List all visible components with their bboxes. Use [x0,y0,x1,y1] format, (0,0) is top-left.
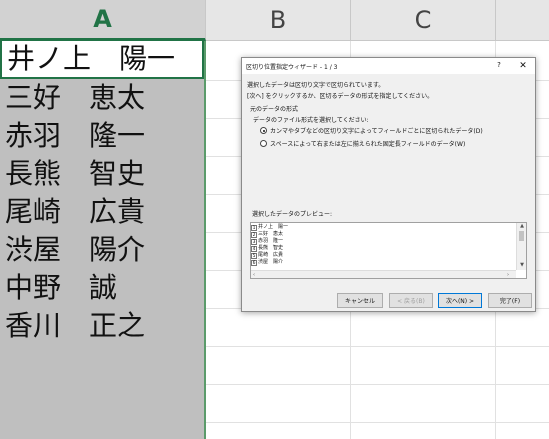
preview-row-text: 井ノ上 陽一 [258,224,289,230]
column-a-selection[interactable]: 井ノ上 陽一 三好 恵太 赤羽 隆一 長熊 智史 尾崎 広貴 渋屋 陽介 中野 … [0,41,206,439]
cell-a4[interactable]: 長熊 智史 [0,155,204,193]
preview-row-number: 3 [251,238,257,245]
preview-row: 1 井ノ上 陽一 [251,224,288,231]
gridline [206,346,549,347]
preview-row: 3 赤羽 隆一 [251,238,283,245]
preview-vertical-scrollbar[interactable]: ▲ ▼ [516,223,526,270]
scroll-right-icon[interactable]: › [507,272,509,278]
column-header-b[interactable]: B [206,0,351,41]
radio-button-checked-icon[interactable] [260,127,267,134]
preview-row-number: 2 [251,231,257,238]
preview-row: 5 尾崎 広貴 [251,252,283,259]
finish-button[interactable]: 完了(F) [488,293,532,308]
preview-row: 2 三好 恵太 [251,231,283,238]
cell-a6[interactable]: 渋屋 陽介 [0,231,204,269]
preview-row-text: 長熊 智史 [258,245,284,251]
cell-a2[interactable]: 三好 恵太 [0,79,204,117]
preview-row-number: 6 [251,259,257,266]
gridline [206,384,549,385]
next-button[interactable]: 次へ(N) > [438,293,482,308]
dialog-description-2: [次へ] をクリックするか、区切るデータの形式を指定してください。 [247,93,434,100]
gridline [206,422,549,423]
scroll-down-icon[interactable]: ▼ [518,262,526,269]
preview-row: 6 渋屋 陽介 [251,259,283,266]
radio-button-icon[interactable] [260,140,267,147]
cell-a1[interactable]: 井ノ上 陽一 [0,41,204,79]
file-type-prompt: データのファイル形式を選択してください: [253,117,369,124]
column-header-d[interactable] [496,0,549,41]
cell-a5[interactable]: 尾崎 広貴 [0,193,204,231]
radio-delimited-label[interactable]: カンマやタブなどの区切り文字によってフィールドごとに区切られたデータ(D) [270,126,483,135]
scroll-up-icon[interactable]: ▲ [518,223,526,230]
close-button[interactable]: ✕ [517,60,529,72]
back-button[interactable]: < 戻る(B) [389,293,433,308]
cell-a3[interactable]: 赤羽 隆一 [0,117,204,155]
text-to-columns-wizard-dialog: 区切り位置指定ウィザード - 1 / 3 ? ✕ 選択したデータは区切り文字で区… [241,57,536,312]
column-header-c[interactable]: C [351,0,496,41]
data-preview[interactable]: 1 井ノ上 陽一 2 三好 恵太 3 赤羽 隆一 4 長熊 智史 5 尾崎 広貴… [250,222,527,279]
preview-label: 選択したデータのプレビュー: [252,211,333,218]
radio-delimited[interactable]: カンマやタブなどの区切り文字によってフィールドごとに区切られたデータ(D) [260,126,483,135]
preview-row-number: 5 [251,252,257,259]
preview-row-number: 1 [251,224,257,231]
cancel-button[interactable]: キャンセル [337,293,383,308]
dialog-description-1: 選択したデータは区切り文字で区切られています。 [247,82,385,89]
preview-row-text: 渋屋 陽介 [258,259,284,265]
original-data-type-group-title: 元のデータの形式 [250,106,299,113]
radio-fixed-width-label[interactable]: スペースによって右または左に揃えられた固定長フィールドのデータ(W) [270,139,465,148]
radio-fixed-width[interactable]: スペースによって右または左に揃えられた固定長フィールドのデータ(W) [260,139,465,148]
scroll-thumb[interactable] [519,231,524,241]
cell-a7[interactable]: 中野 誠 [0,269,204,307]
dialog-title: 区切り位置指定ウィザード - 1 / 3 [246,64,338,71]
preview-row-number: 4 [251,245,257,252]
preview-row-text: 赤羽 隆一 [258,238,284,244]
preview-horizontal-scrollbar[interactable]: ‹ › [251,270,516,278]
preview-row: 4 長熊 智史 [251,245,283,252]
preview-row-text: 三好 恵太 [258,231,284,237]
cell-a8[interactable]: 香川 正之 [0,307,204,345]
column-header-a[interactable]: A [0,0,206,41]
help-button[interactable]: ? [494,61,504,69]
scroll-left-icon[interactable]: ‹ [253,272,255,278]
preview-row-text: 尾崎 広貴 [258,252,284,258]
dialog-titlebar[interactable]: 区切り位置指定ウィザード - 1 / 3 ? ✕ [242,58,535,74]
